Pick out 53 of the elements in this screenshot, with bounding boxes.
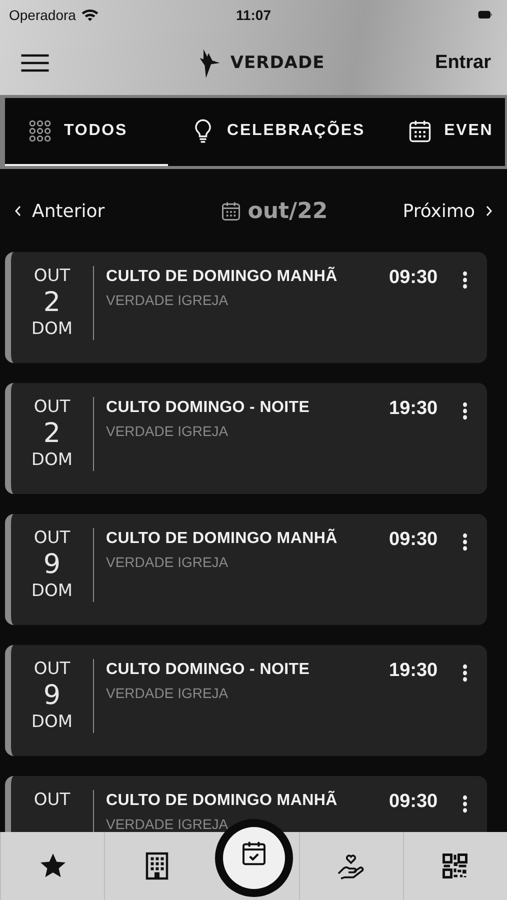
calendar-icon bbox=[220, 200, 242, 222]
event-location: VERDADE IGREJA bbox=[106, 423, 230, 439]
event-card[interactable]: OUT 9 DOM CULTO DE DOMINGO MANHÃ VERDADE IGREJA 09:30 bbox=[5, 514, 487, 625]
event-weekday: DOM bbox=[31, 319, 73, 340]
event-title: CULTO DE DOMINGO MANHÃ bbox=[106, 268, 338, 286]
previous-button[interactable]: Anterior bbox=[10, 198, 107, 224]
month-label: out/22 bbox=[248, 198, 328, 224]
event-location: VERDADE IGREJA bbox=[106, 292, 230, 308]
category-tab[interactable]: EVEN bbox=[385, 98, 505, 166]
clock-time: 11:07 bbox=[236, 7, 272, 23]
event-time: 09:30 bbox=[389, 266, 439, 290]
grid-icon bbox=[27, 118, 53, 144]
event-day: 9 bbox=[43, 549, 61, 581]
login-button[interactable]: Entrar bbox=[431, 48, 495, 78]
logo-text: VERDADE bbox=[230, 52, 325, 72]
qr-code-icon bbox=[440, 851, 470, 881]
kebab-icon bbox=[463, 533, 467, 551]
event-time: 09:30 bbox=[389, 528, 439, 552]
event-weekday: DOM bbox=[31, 450, 73, 471]
event-location: VERDADE IGREJA bbox=[106, 685, 230, 701]
carrier-name: Operadora bbox=[9, 7, 76, 23]
event-month: OUT bbox=[34, 397, 70, 418]
event-time: 09:30 bbox=[389, 790, 439, 814]
event-weekday: DOM bbox=[31, 712, 73, 733]
event-title: CULTO DE DOMINGO MANHÃ bbox=[106, 792, 338, 810]
kebab-icon bbox=[463, 664, 467, 682]
event-day: 2 bbox=[43, 418, 61, 450]
category-tab[interactable]: TODOS bbox=[5, 98, 168, 166]
event-time: 19:30 bbox=[389, 659, 439, 683]
event-title: CULTO DE DOMINGO MANHÃ bbox=[106, 530, 338, 548]
event-weekday: DOM bbox=[31, 581, 73, 602]
event-month: OUT bbox=[34, 659, 70, 680]
event-month: OUT bbox=[34, 266, 70, 287]
event-title: CULTO DOMINGO - NOITE bbox=[106, 661, 311, 679]
event-month: OUT bbox=[34, 528, 70, 549]
event-day: 9 bbox=[43, 680, 61, 712]
kebab-icon bbox=[463, 271, 467, 289]
event-location: VERDADE IGREJA bbox=[106, 554, 230, 570]
event-month: OUT bbox=[34, 790, 70, 811]
kebab-icon bbox=[463, 795, 467, 813]
kebab-icon bbox=[463, 402, 467, 420]
event-card[interactable]: OUT 2 DOM CULTO DOMINGO - NOITE VERDADE IGREJA 19:30 bbox=[5, 383, 487, 494]
event-card[interactable]: OUT CULTO DE DOMINGO MANHÃ VERDADE IGREJA 09:30 bbox=[5, 776, 487, 832]
next-button[interactable]: Próximo bbox=[400, 198, 497, 224]
calendar-icon bbox=[407, 118, 434, 144]
category-tab[interactable]: CELEBRAÇÕES bbox=[168, 98, 386, 166]
event-location: VERDADE IGREJA bbox=[106, 816, 230, 832]
event-title: CULTO DOMINGO - NOITE bbox=[106, 399, 311, 417]
event-card[interactable]: OUT 2 DOM CULTO DE DOMINGO MANHÃ VERDADE IGREJA 09:30 bbox=[5, 252, 487, 363]
event-day: 2 bbox=[43, 287, 61, 319]
event-card[interactable]: OUT 9 DOM CULTO DOMINGO - NOITE VERDADE IGREJA 19:30 bbox=[5, 645, 487, 756]
calendar-check-icon bbox=[240, 839, 268, 867]
event-time: 19:30 bbox=[389, 397, 439, 421]
